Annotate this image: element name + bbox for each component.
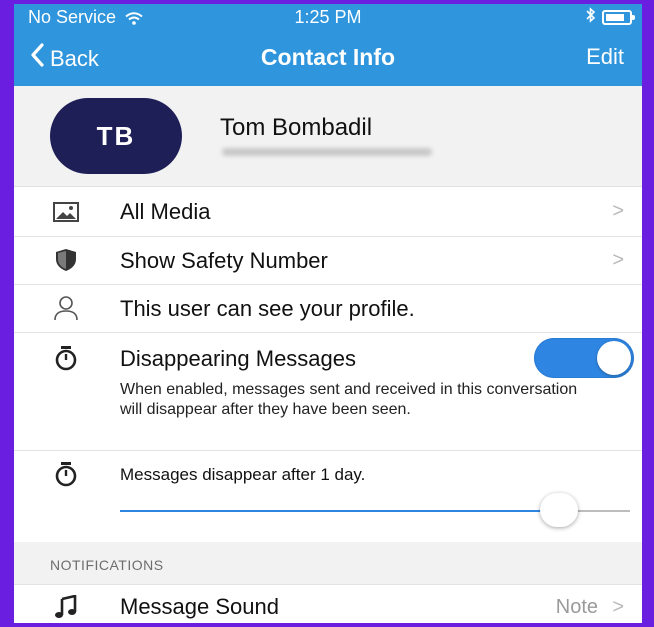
- all-media-label: All Media: [120, 199, 211, 224]
- toggle-knob: [597, 341, 631, 375]
- profile-visibility-row: This user can see your profile.: [14, 284, 642, 332]
- disappearing-messages-toggle[interactable]: [534, 338, 634, 378]
- message-sound-label: Message Sound: [120, 594, 279, 619]
- person-icon: [52, 294, 80, 322]
- chevron-right-icon: >: [612, 200, 624, 222]
- disappear-duration-label: Messages disappear after 1 day.: [120, 465, 366, 484]
- disappearing-messages-row: Disappearing Messages When enabled, mess…: [14, 332, 642, 450]
- safety-number-label: Show Safety Number: [120, 248, 328, 273]
- timer-icon: [52, 460, 80, 488]
- battery-icon: [602, 10, 635, 25]
- page-title: Contact Info: [260, 44, 396, 70]
- duration-slider-thumb[interactable]: [539, 493, 578, 527]
- music-note-icon: [52, 593, 80, 621]
- contact-header: TB Tom Bombadil: [14, 86, 642, 187]
- photo-icon: [52, 198, 80, 226]
- chevron-right-icon: >: [612, 249, 624, 271]
- notifications-section-header: NOTIFICATIONS: [14, 542, 642, 584]
- edit-button[interactable]: Edit: [586, 44, 624, 70]
- message-sound-row[interactable]: Message Sound Note >: [14, 584, 642, 623]
- navigation-bar: Back Contact Info Edit: [14, 30, 642, 86]
- safety-number-row[interactable]: Show Safety Number >: [14, 236, 642, 284]
- blurred-phone-number: [222, 148, 432, 156]
- app-screen: No Service 1:25 PM Back Contact Info Edi…: [14, 4, 642, 623]
- profile-visibility-label: This user can see your profile.: [120, 296, 415, 321]
- chevron-right-icon: >: [612, 596, 624, 618]
- disappearing-messages-description: When enabled, messages sent and received…: [120, 381, 578, 418]
- slider-track-filled: [120, 510, 559, 512]
- contact-name: Tom Bombadil: [220, 114, 373, 141]
- bluetooth-icon: [586, 7, 596, 28]
- shield-icon: [52, 246, 80, 274]
- message-sound-value: Note: [555, 596, 598, 618]
- avatar[interactable]: TB: [50, 98, 182, 174]
- section-header-label: NOTIFICATIONS: [50, 557, 164, 573]
- disappearing-messages-label: Disappearing Messages: [120, 346, 357, 371]
- timer-icon: [52, 344, 80, 372]
- status-icons: [586, 7, 635, 28]
- all-media-row[interactable]: All Media >: [14, 186, 642, 236]
- clock: 1:25 PM: [294, 7, 362, 27]
- status-bar: No Service 1:25 PM: [14, 4, 642, 30]
